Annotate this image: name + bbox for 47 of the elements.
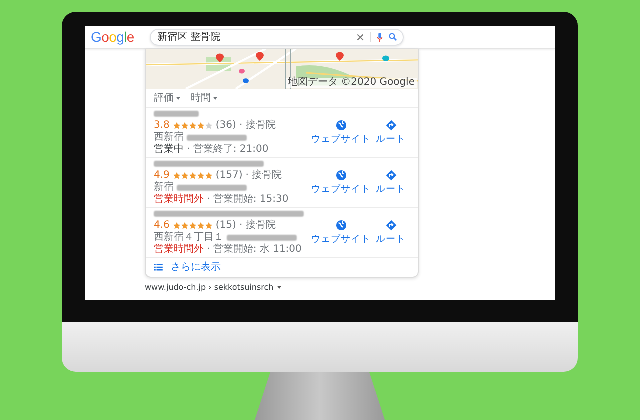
opening-hours: · 営業開始: 水 11:00 (207, 244, 302, 255)
open-status: 営業中 (154, 144, 184, 155)
opening-hours: · 営業開始: 15:30 (207, 194, 289, 205)
review-count: (157) (216, 170, 243, 181)
google-logo[interactable]: Google (91, 29, 134, 45)
open-status: 営業時間外 (154, 244, 204, 255)
website-button[interactable]: ウェブサイト (311, 120, 371, 146)
caret-icon (176, 96, 181, 100)
search-bar[interactable]: 新宿区 整骨院 (150, 28, 404, 46)
website-button[interactable]: ウェブサイト (311, 170, 371, 196)
directions-icon (386, 120, 396, 130)
review-count: (15) (216, 220, 236, 231)
website-button[interactable]: ウェブサイト (311, 220, 371, 246)
blurred-address (187, 134, 247, 140)
directions-button[interactable]: ルート (376, 120, 406, 146)
result-url[interactable]: www.judo-ch.jp › sekkotsuinsrch (145, 283, 274, 292)
open-status: 営業時間外 (154, 194, 204, 205)
rating-value: 4.9 (154, 170, 170, 181)
blurred-address (227, 234, 297, 240)
review-count: (36) (216, 120, 236, 131)
opening-hours: · 営業終了: 21:00 (187, 144, 269, 155)
clear-icon[interactable] (357, 34, 364, 40)
map-drawing[interactable] (146, 49, 418, 89)
rating-value: 3.8 (154, 120, 170, 131)
blurred-address (177, 184, 247, 190)
directions-icon (386, 170, 396, 180)
place-address: 西新宿４丁目１ (154, 232, 224, 243)
place-address: 新宿 (154, 182, 174, 193)
microphone-icon[interactable] (377, 32, 384, 42)
search-icon[interactable] (389, 33, 398, 41)
search-input[interactable]: 新宿区 整骨院 (157, 32, 352, 42)
caret-icon (213, 96, 218, 100)
blurred-name (154, 111, 199, 117)
place-category: · 接骨院 (239, 120, 276, 131)
rating-value: 4.6 (154, 220, 170, 231)
place-address: 西新宿 (154, 132, 184, 143)
directions-button[interactable]: ルート (376, 170, 406, 196)
list-icon (154, 264, 163, 270)
directions-button[interactable]: ルート (376, 220, 406, 246)
map-attribution: 地図データ ©2020 Google (286, 78, 417, 88)
filter-button[interactable]: 時間 (191, 91, 218, 105)
caret-icon[interactable] (276, 286, 282, 289)
filter-button[interactable]: 評価 (154, 91, 181, 105)
more-button[interactable]: さらに表示 (154, 260, 221, 274)
place-category: · 接骨院 (246, 170, 282, 181)
directions-icon (386, 220, 396, 230)
place-category: · 接骨院 (239, 220, 276, 231)
